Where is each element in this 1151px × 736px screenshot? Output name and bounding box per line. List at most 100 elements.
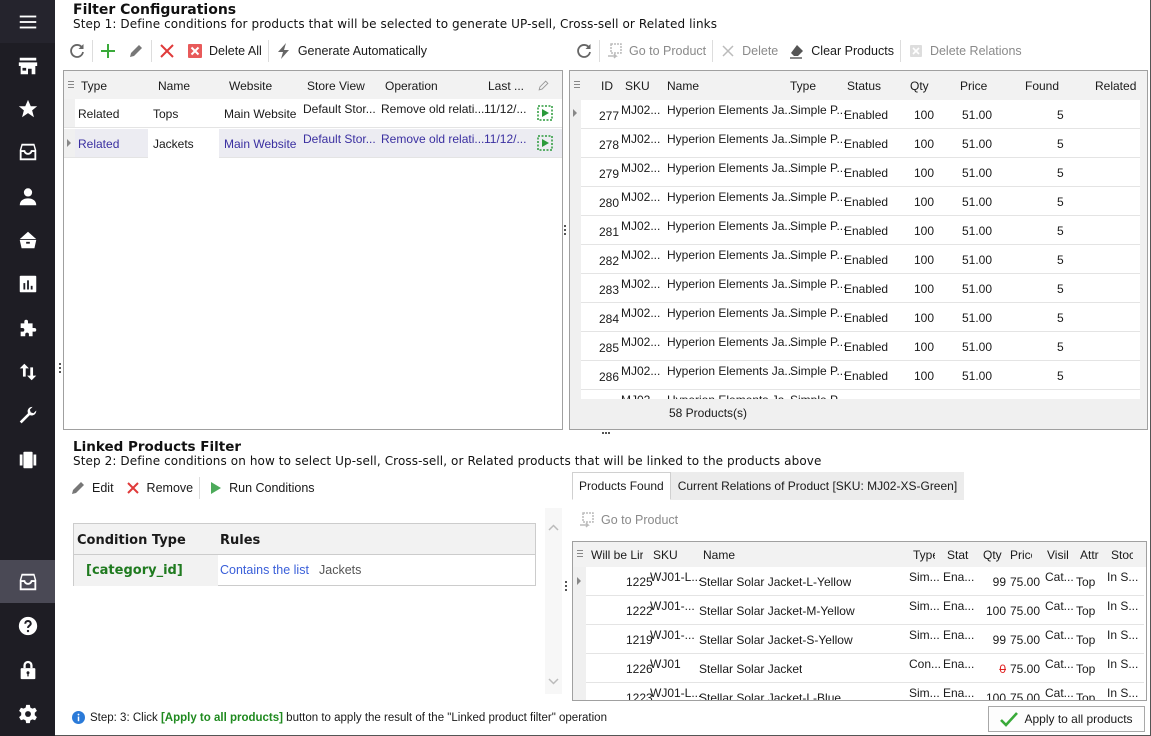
col-status[interactable]: Status <box>847 79 881 93</box>
col-stock[interactable]: Stoc <box>1111 548 1133 562</box>
condition-row[interactable]: [category_id] Contains the list Jackets <box>74 555 535 586</box>
col-status[interactable]: Stat <box>947 548 968 562</box>
row-selector[interactable] <box>64 129 75 157</box>
col-type[interactable]: Type <box>913 548 935 562</box>
sidebar-item-extensions[interactable] <box>0 306 55 349</box>
vertical-scrollbar[interactable] <box>1140 100 1147 399</box>
cell-sku: MJ02... <box>621 306 661 320</box>
edit-condition-button[interactable]: Edit <box>64 476 119 500</box>
table-row[interactable]: 1219 WJ01-... Stellar Solar Jacket-S-Yello… <box>586 625 1144 654</box>
splitter-handle[interactable] <box>59 363 62 373</box>
col-last[interactable]: Last ... <box>488 79 524 93</box>
col-attr[interactable]: Attr <box>1080 548 1099 562</box>
row-selector[interactable] <box>64 99 75 127</box>
table-row[interactable]: 1226 WJ01 Stellar Solar Jacket Con... Ena...… <box>586 654 1144 683</box>
column-menu-icon[interactable] <box>68 81 74 88</box>
edit-button[interactable] <box>122 39 150 63</box>
refresh-button[interactable] <box>570 39 598 63</box>
sidebar-item-settings[interactable] <box>0 692 55 735</box>
splitter-handle[interactable] <box>602 432 610 434</box>
col-type[interactable]: Type <box>790 79 816 93</box>
chevron-up-icon[interactable] <box>548 524 559 531</box>
table-row[interactable]: 279 MJ02... Hyperion Elements Ja... Simple … <box>581 158 1140 187</box>
delete-relations-button[interactable]: Delete Relations <box>902 39 1027 63</box>
col-price[interactable]: Price <box>960 79 987 93</box>
column-menu-icon[interactable] <box>577 550 583 557</box>
column-menu-icon[interactable] <box>574 81 580 88</box>
splitter-handle[interactable] <box>564 225 567 235</box>
col-qty[interactable]: Qty <box>910 79 929 93</box>
sidebar-item-customers[interactable] <box>0 175 55 218</box>
go-to-product-button[interactable]: Go to Product <box>601 39 711 63</box>
col-will-be-linked[interactable]: Will be Lir <box>591 548 643 562</box>
delete-button[interactable] <box>153 39 181 63</box>
sidebar-item-carousel[interactable] <box>0 438 55 481</box>
run-filter-icon[interactable] <box>537 135 553 151</box>
generate-automatically-button[interactable]: Generate Automatically <box>270 39 432 63</box>
sidebar-item-tools[interactable] <box>0 394 55 437</box>
col-store-view[interactable]: Store View <box>307 79 365 93</box>
run-filter-icon[interactable] <box>537 105 553 121</box>
table-row-selected[interactable]: Related Jackets Main Website Default Sto… <box>64 129 562 158</box>
table-row[interactable]: 277 MJ02... Hyperion Elements Ja... Simple … <box>581 100 1140 129</box>
refresh-button[interactable] <box>63 39 91 63</box>
chevron-down-icon[interactable] <box>548 678 559 685</box>
sidebar-item-import-export[interactable] <box>0 350 55 393</box>
conditions-scrollbar[interactable] <box>545 508 562 694</box>
sidebar-item-menu[interactable] <box>0 0 55 43</box>
col-name[interactable]: Name <box>158 79 190 93</box>
delete-product-button[interactable]: Delete <box>714 39 783 63</box>
run-conditions-button[interactable]: Run Conditions <box>201 476 319 500</box>
col-id[interactable]: ID <box>601 79 613 93</box>
col-price[interactable]: Price <box>1010 548 1032 562</box>
col-found[interactable]: Found <box>1025 79 1059 93</box>
splitter-handle[interactable] <box>565 581 568 591</box>
rule-operator-link[interactable]: Contains the list <box>220 563 309 577</box>
col-visibility[interactable]: Visil <box>1047 548 1069 562</box>
col-related[interactable]: Related <box>1095 79 1136 93</box>
sidebar-item-related-products[interactable] <box>0 560 55 603</box>
sidebar-item-store[interactable] <box>0 44 55 87</box>
condition-type[interactable]: [category_id] <box>86 563 183 578</box>
table-row[interactable]: 286 MJ02... Hyperion Elements Ja... Simple … <box>581 361 1140 390</box>
table-row[interactable]: 280 MJ02... Hyperion Elements Ja... Simple … <box>581 187 1140 216</box>
sidebar-item-reports[interactable] <box>0 262 55 305</box>
table-row[interactable]: Related Tops Main Website Default Stor..… <box>64 99 562 128</box>
sidebar-item-help[interactable] <box>0 604 55 647</box>
table-row[interactable]: 1223 WJ01-L... Stellar Solar Jacket-L-Blue… <box>586 683 1144 700</box>
col-sku[interactable]: SKU <box>653 548 678 562</box>
cell-found: 5 <box>1057 166 1064 180</box>
tab-current-relations[interactable]: Current Relations of Product [SKU: MJ02-… <box>670 472 965 500</box>
col-qty[interactable]: Qty <box>983 548 1002 562</box>
apply-to-all-products-button[interactable]: Apply to all products <box>988 706 1145 732</box>
cell-price: 51.00 <box>962 311 993 325</box>
table-row[interactable]: 284 MJ02... Hyperion Elements Ja... Simple … <box>581 303 1140 332</box>
delete-all-button[interactable]: Delete All <box>181 39 267 63</box>
remove-condition-button[interactable]: Remove <box>119 476 199 500</box>
col-sku[interactable]: SKU <box>625 79 650 93</box>
sidebar-item-security[interactable] <box>0 648 55 691</box>
rule-value[interactable]: Jackets <box>319 563 361 577</box>
go-to-product-button[interactable]: Go to Product <box>573 508 683 532</box>
table-row[interactable]: 281 MJ02... Hyperion Elements Ja... Simple … <box>581 216 1140 245</box>
table-row[interactable]: 1225 WJ01-L... Stellar Solar Jacket-L-Yell… <box>586 567 1144 596</box>
sidebar-item-orders[interactable] <box>0 218 55 261</box>
sidebar-item-favorites[interactable] <box>0 87 55 130</box>
table-row[interactable]: 278 MJ02... Hyperion Elements Ja... Simple … <box>581 129 1140 158</box>
table-row[interactable]: 282 MJ02... Hyperion Elements Ja... Simple … <box>581 245 1140 274</box>
tab-products-found[interactable]: Products Found <box>572 472 671 500</box>
table-row[interactable]: 283 MJ02... Hyperion Elements Ja... Simple … <box>581 274 1140 303</box>
col-website[interactable]: Website <box>229 79 272 93</box>
add-button[interactable] <box>94 39 122 63</box>
sidebar-item-archive[interactable] <box>0 130 55 173</box>
table-row[interactable]: 285 MJ02... Hyperion Elements Ja... Simple … <box>581 332 1140 361</box>
clear-products-button[interactable]: Clear Products <box>783 39 899 63</box>
col-name[interactable]: Name <box>703 548 735 562</box>
table-row[interactable]: 1222 WJ01-... Stellar Solar Jacket-M-Yello… <box>586 596 1144 625</box>
col-type[interactable]: Type <box>81 79 107 93</box>
table-row[interactable]: MJ02...Hyperion Elements Ja...Simple P..… <box>581 390 1140 399</box>
basket-icon <box>19 231 36 248</box>
col-name[interactable]: Name <box>667 79 699 93</box>
col-operation[interactable]: Operation <box>385 79 438 93</box>
cell-sku: MJ02... <box>621 364 661 378</box>
